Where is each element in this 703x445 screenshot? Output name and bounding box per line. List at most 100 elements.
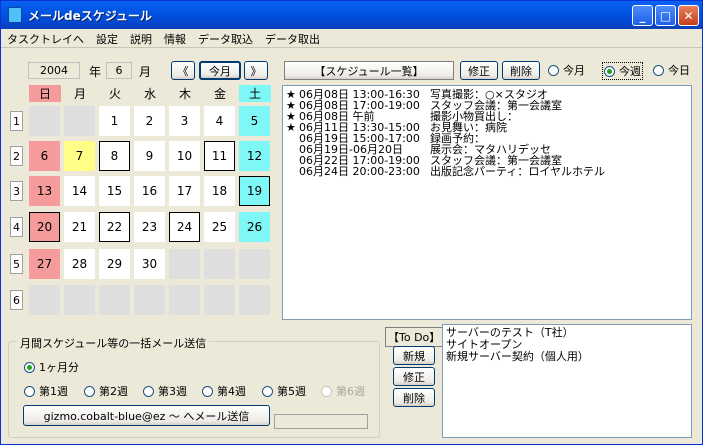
calendar-day-cell[interactable]: 7 (64, 141, 95, 171)
weekday-header-thu: 木 (169, 85, 201, 102)
week-number-button[interactable]: 6 (10, 290, 23, 310)
calendar-empty-cell (29, 106, 60, 136)
maximize-button[interactable]: □ (655, 5, 676, 26)
todo-list[interactable]: サーバーのテスト（T社） サイトオープン 新規サーバー契約（個人用） (442, 324, 692, 438)
range-today-radio[interactable]: 今日 (653, 62, 690, 78)
calendar-day-cell[interactable]: 3 (169, 106, 200, 136)
schedule-text: 出版記念パーティ：ロイヤルホテル (430, 165, 606, 178)
calendar-day-cell[interactable]: 20 (29, 212, 60, 242)
send-mail-button[interactable]: gizmo.cobalt-blue@ez 〜 へメール送信 (23, 405, 270, 426)
calendar-day-cell[interactable]: 14 (64, 176, 95, 206)
weekday-header-sun: 日 (29, 85, 61, 102)
week-option-radio[interactable]: 第3週 (143, 383, 187, 399)
calendar-day-cell[interactable]: 1 (99, 106, 130, 136)
calendar-day-cell[interactable]: 23 (134, 212, 165, 242)
calendar-empty-cell (239, 285, 270, 315)
calendar-empty-cell (204, 285, 235, 315)
maximize-icon: □ (659, 8, 672, 23)
calendar-empty-cell (204, 249, 235, 279)
range-week-radio[interactable]: 今週 (602, 62, 643, 80)
week-option-radio[interactable]: 第4週 (202, 383, 246, 399)
week-option-radio[interactable]: 第2週 (84, 383, 128, 399)
calendar-day-cell[interactable]: 13 (29, 176, 60, 206)
todo-item[interactable]: 新規サーバー契約（個人用） (446, 351, 688, 363)
calendar-day-cell[interactable]: 9 (134, 141, 165, 171)
menu-import[interactable]: データ取込 (192, 31, 259, 47)
calendar-day-cell[interactable]: 22 (99, 212, 130, 242)
calendar-day-cell[interactable]: 16 (134, 176, 165, 206)
calendar-day-cell[interactable]: 28 (64, 249, 95, 279)
todo-new-button[interactable]: 新規 (393, 346, 435, 365)
calendar-day-cell[interactable]: 27 (29, 249, 60, 279)
year-label: 年 (89, 65, 102, 79)
week-option-radio[interactable]: 第1週 (24, 383, 68, 399)
close-button[interactable]: ✕ (678, 5, 699, 26)
radio-dot (143, 385, 154, 397)
week-number-button[interactable]: 2 (10, 146, 23, 166)
week-number-button[interactable]: 1 (10, 111, 23, 131)
schedule-delete-button[interactable]: 削除 (502, 61, 540, 80)
calendar-day-cell[interactable]: 19 (239, 176, 270, 206)
calendar-day-cell[interactable]: 18 (204, 176, 235, 206)
week-option-label: 第1週 (39, 385, 68, 398)
calendar-day-cell[interactable]: 24 (169, 212, 200, 242)
calendar-day-cell[interactable]: 30 (134, 249, 165, 279)
week-option-label: 第6週 (336, 385, 365, 398)
calendar-day-cell[interactable]: 29 (99, 249, 130, 279)
schedule-row[interactable]: 06月24日 20:00-23:00 出版記念パーティ：ロイヤルホテル (283, 166, 691, 177)
menu-tasktray[interactable]: タスクトレイへ (1, 31, 90, 47)
year-field[interactable]: 2004 (28, 62, 80, 79)
schedule-list[interactable]: ★ 06月08日 13:00-16:30 写真撮影：○×スタジオ ★ 06月08日 17… (282, 85, 692, 320)
close-icon: ✕ (683, 8, 694, 23)
weekday-header-mon: 月 (64, 85, 96, 102)
prev-month-button[interactable]: 《 (171, 61, 195, 80)
calendar-day-cell[interactable]: 6 (29, 141, 60, 171)
menu-settings[interactable]: 設定 (90, 31, 124, 47)
calendar-day-cell[interactable]: 25 (204, 212, 235, 242)
month-label: 月 (139, 65, 152, 79)
calendar-day-cell[interactable]: 17 (169, 176, 200, 206)
calendar-day-cell[interactable]: 21 (64, 212, 95, 242)
calendar-day-cell[interactable]: 8 (99, 141, 130, 171)
todo-delete-button[interactable]: 削除 (393, 388, 435, 407)
range-month-radio[interactable]: 今月 (548, 62, 585, 78)
week-number-button[interactable]: 5 (10, 254, 23, 274)
minimize-button[interactable]: _ (632, 5, 653, 26)
app-icon (8, 7, 22, 23)
star-icon (283, 133, 299, 144)
calendar-day-cell[interactable]: 2 (134, 106, 165, 136)
title-bar[interactable]: メールdeスケジュール _ □ ✕ (1, 1, 702, 29)
weekday-header-tue: 火 (99, 85, 131, 102)
this-month-button[interactable]: 今月 (199, 61, 241, 80)
month-option-label: 1ヶ月分 (39, 361, 79, 374)
week-option-radio: 第6週 (321, 383, 365, 399)
calendar-day-cell[interactable]: 4 (204, 106, 235, 136)
month-option-radio[interactable]: 1ヶ月分 (24, 359, 79, 375)
calendar-day-cell[interactable]: 11 (204, 141, 235, 171)
menu-help[interactable]: 説明 (124, 31, 158, 47)
calendar-day-cell[interactable]: 26 (239, 212, 270, 242)
minimize-icon: _ (639, 8, 646, 23)
calendar-day-cell[interactable]: 12 (239, 141, 270, 171)
radio-dot (604, 65, 615, 77)
month-field[interactable]: 6 (106, 62, 132, 79)
menu-export[interactable]: データ取出 (259, 31, 326, 47)
week-number-button[interactable]: 4 (10, 217, 23, 237)
week-number-button[interactable]: 3 (10, 181, 23, 201)
schedule-edit-button[interactable]: 修正 (460, 61, 498, 80)
radio-dot (24, 385, 35, 397)
todo-edit-button[interactable]: 修正 (393, 367, 435, 386)
week-option-radio[interactable]: 第5週 (262, 383, 306, 399)
star-icon (283, 144, 299, 155)
calendar-day-cell[interactable]: 5 (239, 106, 270, 136)
calendar-day-cell[interactable]: 10 (169, 141, 200, 171)
next-month-button[interactable]: 》 (244, 61, 268, 80)
calendar-empty-cell (169, 249, 200, 279)
calendar-empty-cell (99, 285, 130, 315)
menu-info[interactable]: 情報 (158, 31, 192, 47)
calendar-day-cell[interactable]: 15 (99, 176, 130, 206)
weekday-header-wed: 水 (134, 85, 166, 102)
star-icon: ★ (286, 121, 296, 134)
calendar-empty-cell (134, 285, 165, 315)
radio-dot (653, 64, 664, 76)
